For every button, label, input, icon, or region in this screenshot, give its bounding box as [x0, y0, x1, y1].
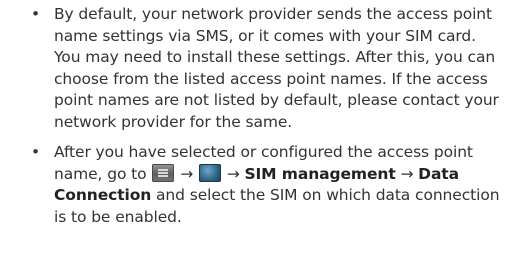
arrow: →: [226, 164, 240, 183]
bullet-dot: •: [31, 5, 41, 23]
menu-icon: [152, 163, 175, 182]
bullet-item-apn-settings: • By default, your network provider send…: [0, 4, 521, 133]
bullet-text: By default, your network provider sends …: [54, 5, 499, 131]
bullet-dot: •: [31, 143, 41, 161]
document-page: • By default, your network provider send…: [0, 0, 521, 255]
arrow: →: [180, 164, 194, 183]
settings-icon: [198, 163, 221, 182]
bullet-item-data-connection: • After you have selected or configured …: [0, 142, 521, 228]
sim-management-label: SIM management: [244, 164, 396, 183]
arrow: →: [400, 164, 414, 183]
